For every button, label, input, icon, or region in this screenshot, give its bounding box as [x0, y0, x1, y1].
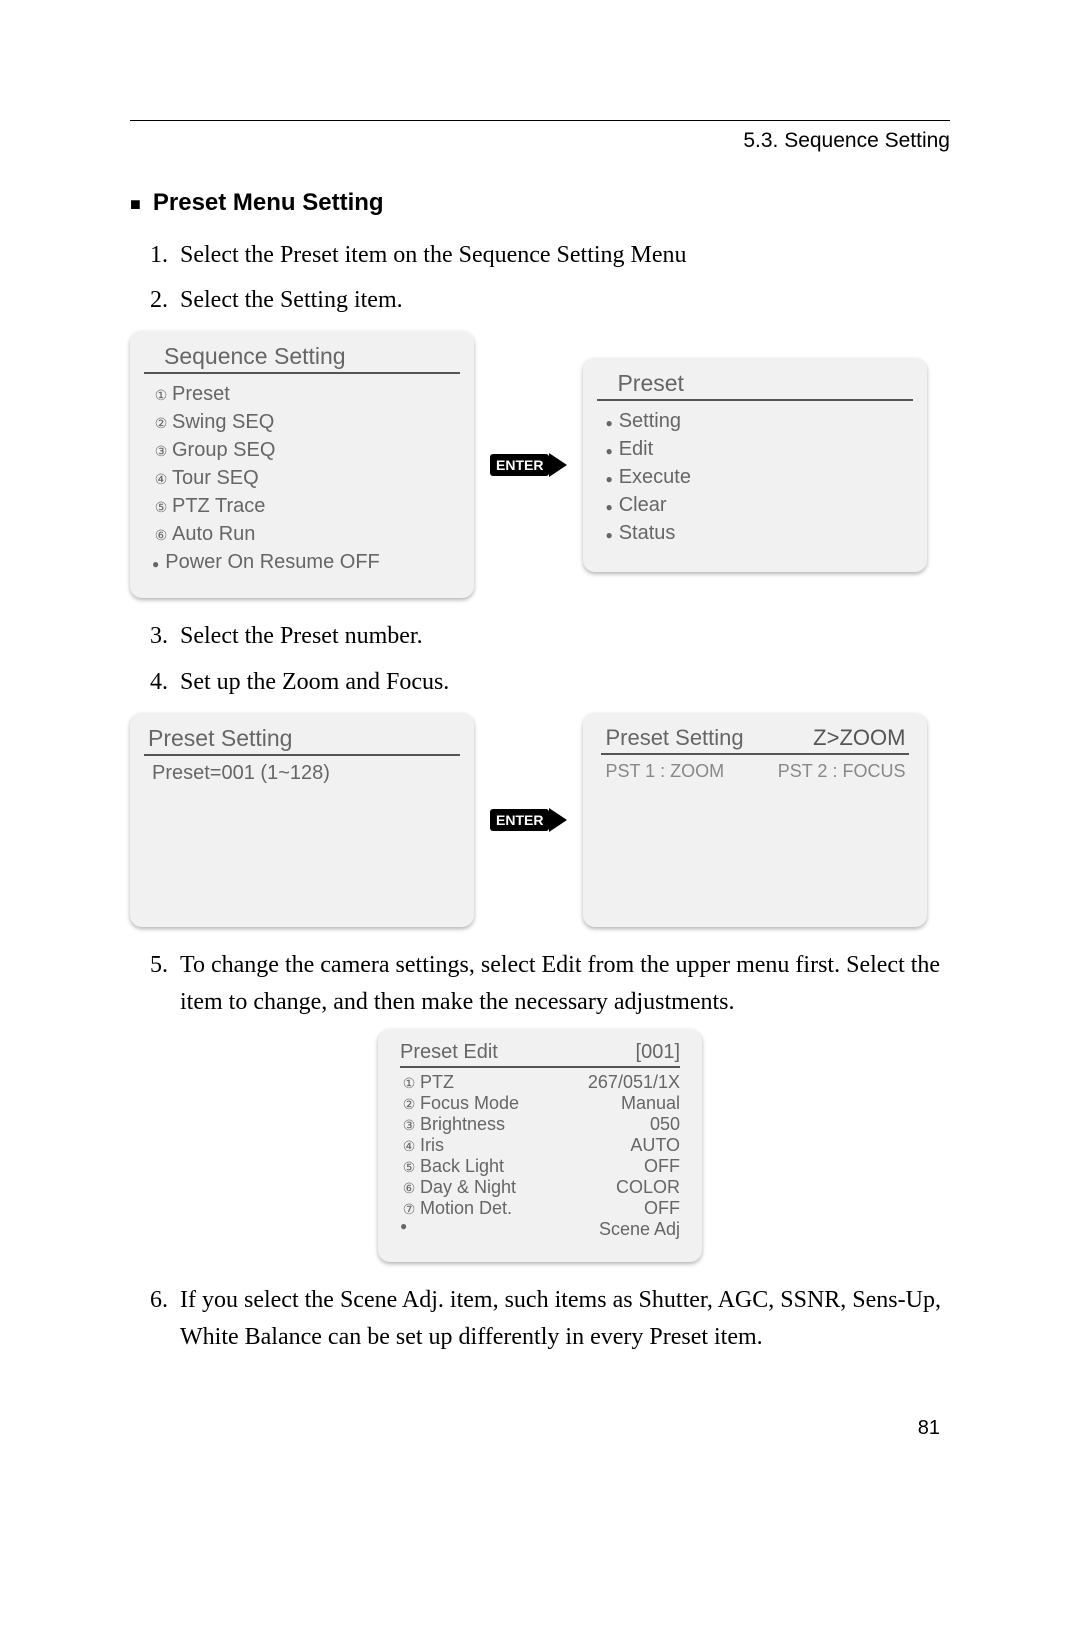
preset-panel: Preset Setting Edit Execute Clear Status: [583, 358, 927, 572]
panel-row-2: Preset Setting Preset=001 (1~128) ENTER …: [130, 713, 950, 927]
steps-list: To change the camera settings, select Ed…: [130, 947, 950, 1021]
panel-title: Preset: [597, 370, 913, 401]
seq-item: ②Swing SEQ: [152, 408, 452, 436]
preset-number-text: Preset=001 (1~128): [152, 762, 452, 785]
preset-edit-panel: Preset Edit [001] ①PTZ267/051/1X ②Focus …: [378, 1029, 702, 1262]
preset-item: Setting: [605, 407, 905, 435]
edit-row: ③Brightness050: [400, 1114, 680, 1135]
edit-row: ⑤Back LightOFF: [400, 1156, 680, 1177]
seq-bullet-item: Power On Resume OFF: [152, 548, 452, 576]
arrow-right-icon: [549, 453, 567, 477]
panel-title: Sequence Setting: [144, 343, 460, 374]
enter-label: ENTER: [490, 454, 549, 476]
pst-focus: PST 2 : FOCUS: [778, 761, 906, 782]
seq-item: ⑤PTZ Trace: [152, 492, 452, 520]
step-5: To change the camera settings, select Ed…: [174, 947, 950, 1021]
header-divider: [130, 120, 950, 121]
steps-list: Select the Preset number. Set up the Zoo…: [130, 618, 950, 700]
edit-row: ②Focus ModeManual: [400, 1093, 680, 1114]
section-title: Preset Menu Setting: [130, 189, 950, 217]
enter-arrow-icon: ENTER: [490, 808, 567, 832]
edit-row: ①PTZ267/051/1X: [400, 1072, 680, 1093]
panel-row-1: Sequence Setting ①Preset ②Swing SEQ ③Gro…: [130, 331, 950, 598]
page-number: 81: [130, 1417, 950, 1440]
seq-item: ③Group SEQ: [152, 436, 452, 464]
edit-title-right: [001]: [636, 1041, 680, 1064]
step-3: Select the Preset number.: [174, 618, 950, 655]
edit-row: ④IrisAUTO: [400, 1135, 680, 1156]
seq-item: ⑥Auto Run: [152, 520, 452, 548]
arrow-right-icon: [549, 808, 567, 832]
edit-title-row: Preset Edit [001]: [400, 1041, 680, 1068]
steps-list: If you select the Scene Adj. item, such …: [130, 1282, 950, 1356]
title-left: Preset Setting: [605, 725, 743, 751]
steps-list: Select the Preset item on the Sequence S…: [130, 237, 950, 319]
page: 5.3. Sequence Setting Preset Menu Settin…: [0, 0, 1080, 1500]
panel-title: Preset Setting: [144, 725, 460, 756]
panel-title-row: Preset Setting Z>ZOOM: [601, 725, 909, 755]
edit-row: ⑦Motion Det.OFF: [400, 1198, 680, 1219]
enter-label: ENTER: [490, 809, 549, 831]
step-1: Select the Preset item on the Sequence S…: [174, 237, 950, 274]
header-breadcrumb: 5.3. Sequence Setting: [130, 129, 950, 153]
edit-bullet-row: Scene Adj: [400, 1219, 680, 1240]
preset-item: Edit: [605, 435, 905, 463]
edit-row: ⑥Day & NightCOLOR: [400, 1177, 680, 1198]
seq-item: ④Tour SEQ: [152, 464, 452, 492]
step-6: If you select the Scene Adj. item, such …: [174, 1282, 950, 1356]
title-right: Z>ZOOM: [813, 725, 905, 751]
step-4: Set up the Zoom and Focus.: [174, 664, 950, 701]
seq-item: ①Preset: [152, 380, 452, 408]
preset-setting-right-panel: Preset Setting Z>ZOOM PST 1 : ZOOM PST 2…: [583, 713, 927, 927]
preset-item: Execute: [605, 463, 905, 491]
preset-setting-left-panel: Preset Setting Preset=001 (1~128): [130, 713, 474, 927]
pst-row: PST 1 : ZOOM PST 2 : FOCUS: [605, 761, 905, 782]
sequence-setting-panel: Sequence Setting ①Preset ②Swing SEQ ③Gro…: [130, 331, 474, 598]
preset-item: Status: [605, 519, 905, 547]
pst-zoom: PST 1 : ZOOM: [605, 761, 724, 782]
step-2: Select the Setting item.: [174, 282, 950, 319]
edit-title-left: Preset Edit: [400, 1041, 498, 1064]
enter-arrow-icon: ENTER: [490, 453, 567, 477]
preset-item: Clear: [605, 491, 905, 519]
